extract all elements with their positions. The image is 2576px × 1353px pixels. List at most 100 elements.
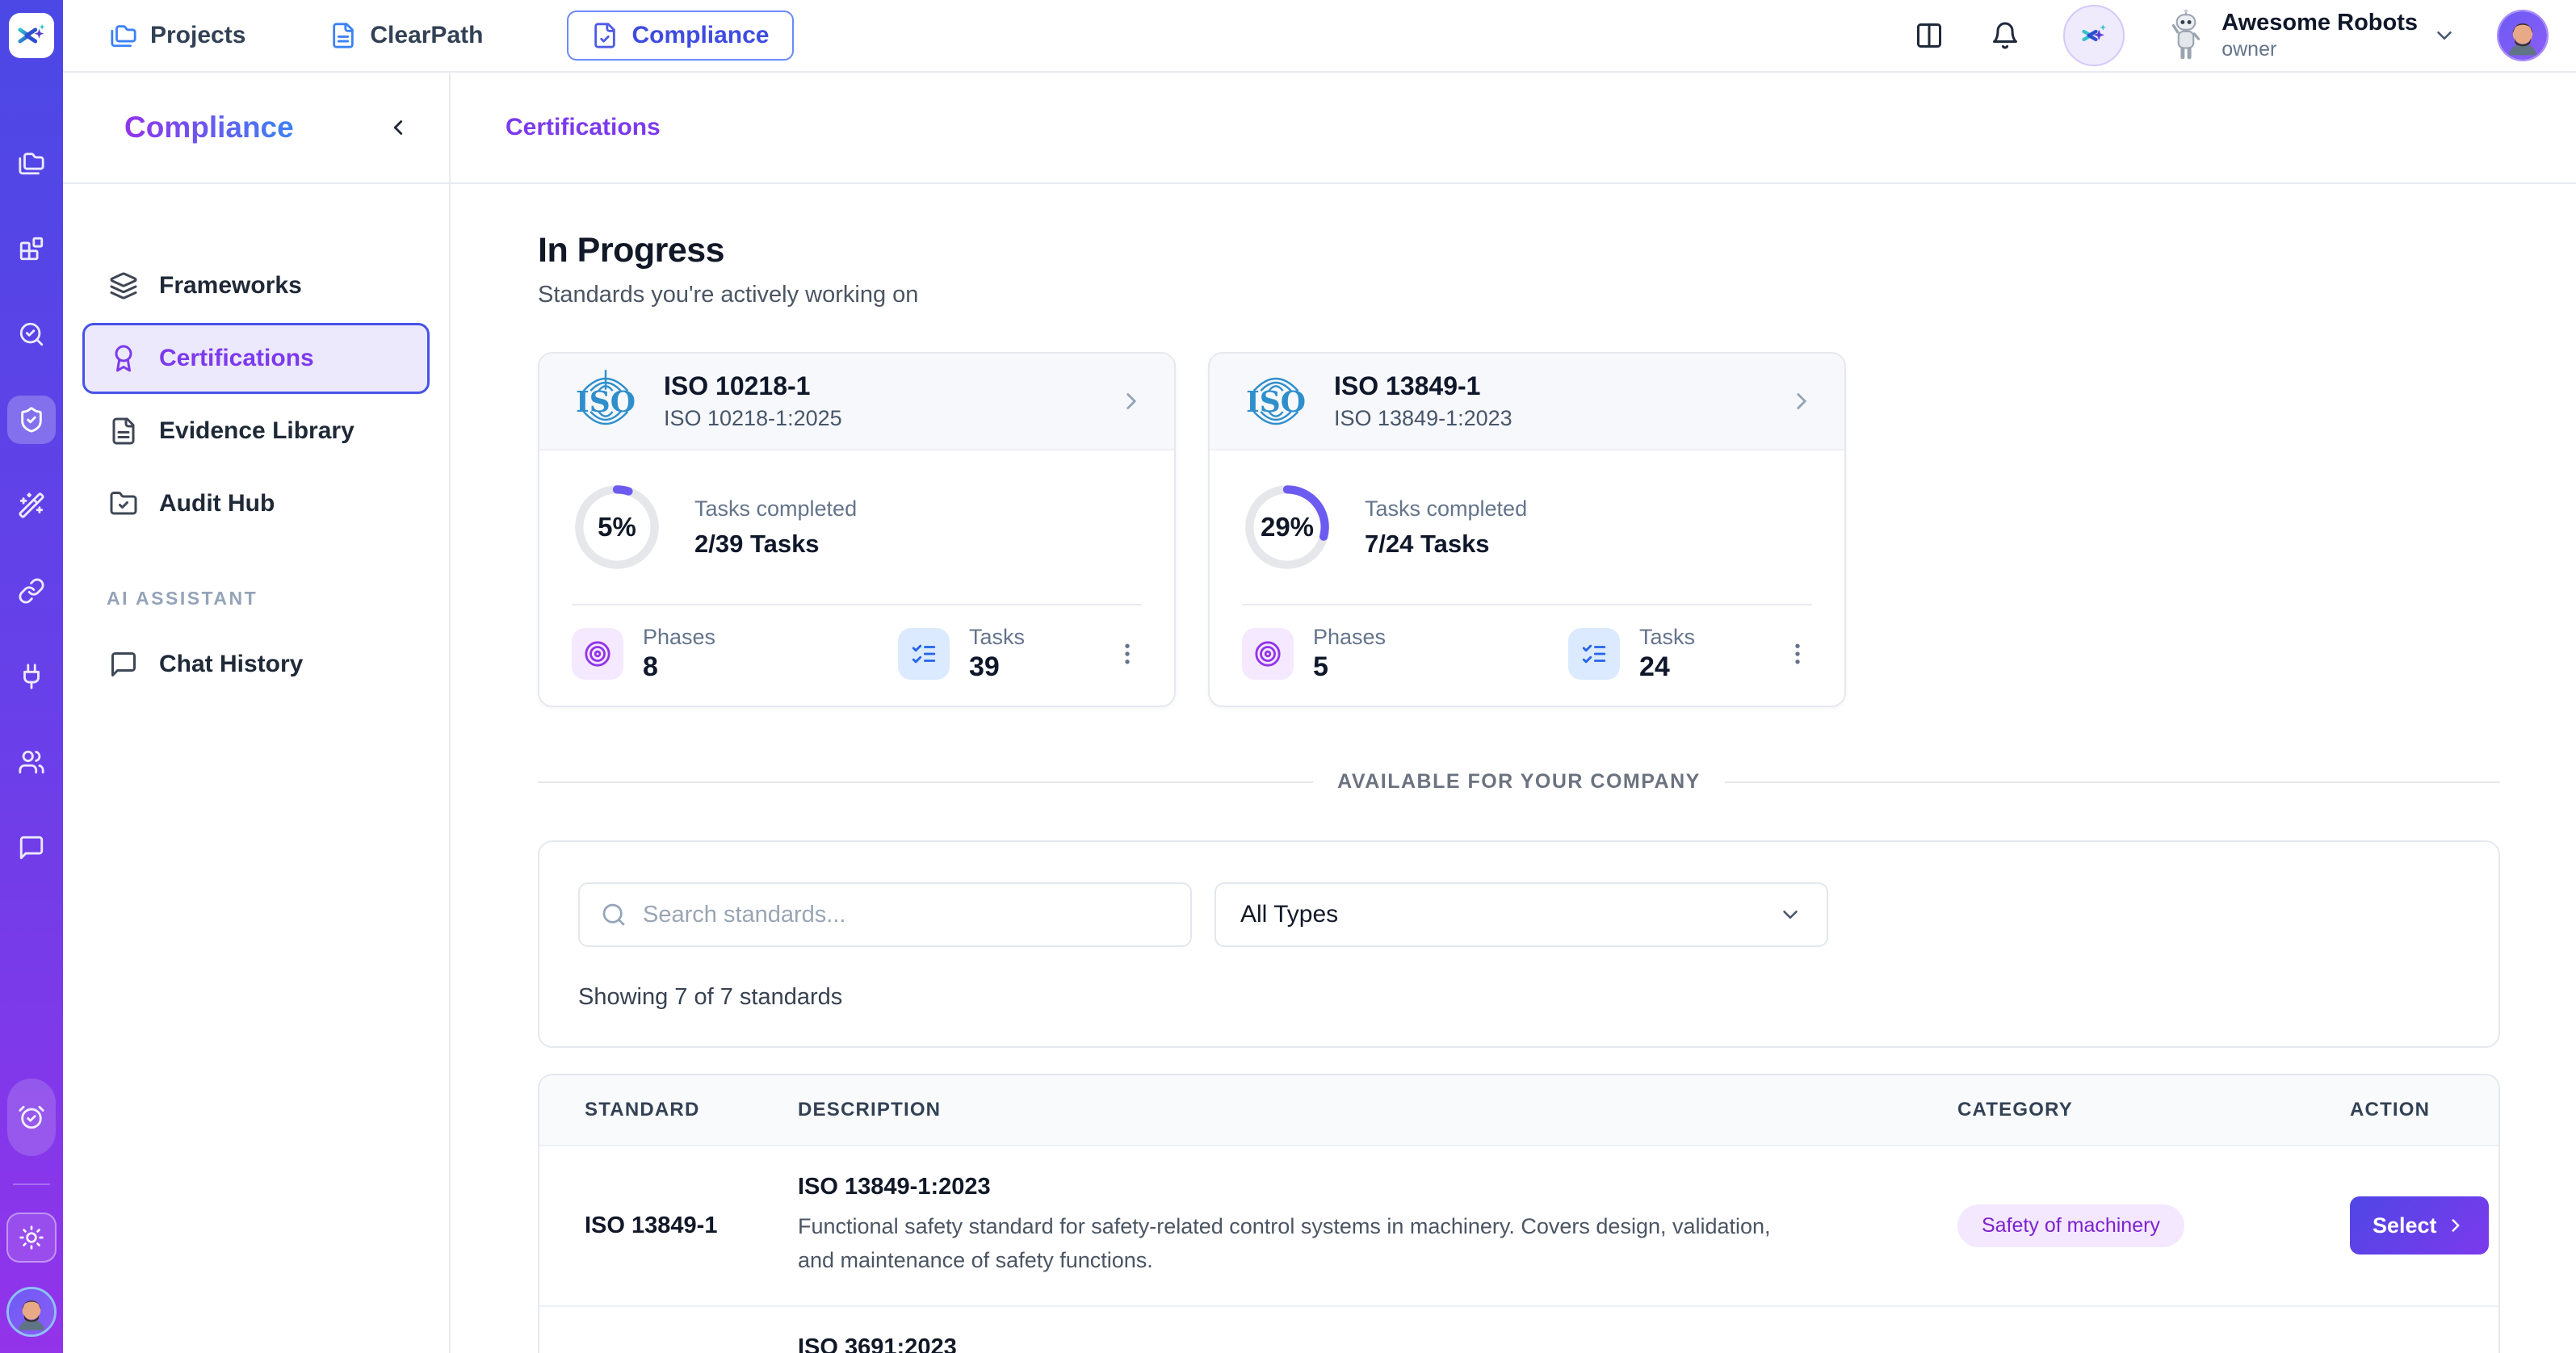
tab-label: Projects [150, 22, 245, 49]
phases-value: 5 [1313, 651, 1386, 683]
tasks-completed-value: 2/39 Tasks [694, 530, 857, 559]
select-button[interactable]: Select [2350, 1196, 2489, 1255]
standard-card-iso-10218-1: ISO ISO 10218-1 ISO 10218-1:2025 [538, 352, 1176, 707]
alarm-check-icon[interactable] [7, 1079, 56, 1156]
card-header[interactable]: ISO ISO 10218-1 ISO 10218-1:2025 [539, 354, 1174, 450]
folder-check-icon [109, 489, 138, 518]
tab-compliance[interactable]: Compliance [567, 10, 793, 61]
phases-value: 8 [643, 651, 715, 683]
checklist-icon [1568, 628, 1620, 680]
description-cell: ISO 13849-1:2023 Functional safety stand… [798, 1174, 1957, 1278]
search-input[interactable] [643, 902, 1169, 928]
tab-label: ClearPath [370, 22, 483, 49]
sidebar-header: Compliance [63, 73, 449, 184]
card-title: ISO 13849-1 [1334, 371, 1512, 401]
chevron-left-icon [386, 115, 410, 140]
select-button-label: Select [2373, 1213, 2437, 1238]
tab-clearpath[interactable]: ClearPath [329, 22, 483, 49]
type-filter-select[interactable]: All Types [1215, 882, 1828, 947]
theme-toggle-sun-icon[interactable] [6, 1213, 57, 1263]
rail-divider [13, 1183, 50, 1185]
rail-chat-icon[interactable] [7, 823, 56, 872]
rail-search-check-icon[interactable] [7, 310, 56, 358]
robot-avatar [2165, 9, 2207, 62]
rail-users-icon[interactable] [7, 738, 56, 786]
sidebar-item-chat-history[interactable]: Chat History [82, 629, 430, 700]
table-row: ISO 13849-1 ISO 13849-1:2023 Functional … [539, 1145, 2498, 1305]
rail-compliance-shield-icon[interactable] [7, 396, 56, 444]
tasks-value: 39 [969, 651, 1025, 683]
breadcrumb-bar: Certifications [451, 73, 2576, 184]
ai-assistant-button[interactable] [2063, 5, 2125, 66]
tasks-label: Tasks [1639, 625, 1695, 650]
sparkle-logo-icon [2078, 19, 2110, 52]
tasks-completed-value: 7/24 Tasks [1365, 530, 1527, 559]
icon-rail [0, 0, 63, 1353]
tasks-value: 24 [1639, 651, 1695, 683]
phases-stat: Phases 5 [1242, 625, 1568, 683]
chevron-right-icon[interactable] [1788, 387, 1815, 415]
chevron-right-icon[interactable] [1118, 387, 1145, 415]
notifications-button[interactable] [1987, 18, 2023, 53]
sidebar: Compliance Frameworks Certifications Evi… [63, 73, 451, 1353]
rail-wand-icon[interactable] [7, 481, 56, 530]
rail-nav [7, 58, 56, 872]
divider-line [1725, 781, 2500, 783]
column-standard: STANDARD [585, 1099, 798, 1121]
checklist-icon [898, 628, 950, 680]
sidebar-collapse-button[interactable] [386, 115, 410, 140]
chevron-down-icon [1778, 903, 1802, 927]
standard-title: ISO 3691:2023 [798, 1334, 1772, 1353]
card-title: ISO 10218-1 [664, 371, 842, 401]
iso-logo: ISO [1239, 364, 1313, 438]
app-logo[interactable] [9, 13, 54, 58]
tasks-label: Tasks [969, 625, 1025, 650]
page-scroll[interactable]: In Progress Standards you're actively wo… [451, 184, 2576, 1353]
rail-blocks-icon[interactable] [7, 224, 56, 273]
sidebar-item-certifications[interactable]: Certifications [82, 323, 430, 394]
account-name: Awesome Robots [2221, 10, 2418, 36]
user-avatar[interactable] [2497, 10, 2549, 61]
description-cell: ISO 3691:2023 Safety requirements and ve… [798, 1334, 1957, 1353]
rail-plug-icon[interactable] [7, 652, 56, 701]
target-icon [572, 628, 623, 680]
account-menu[interactable]: Awesome Robots owner [2165, 9, 2456, 62]
sidebar-item-audit-hub[interactable]: Audit Hub [82, 468, 430, 539]
main-content: Certifications In Progress Standards you… [451, 73, 2576, 1353]
rail-user-avatar[interactable] [6, 1287, 57, 1337]
sidebar-item-label: Frameworks [159, 272, 302, 300]
tab-projects[interactable]: Projects [110, 22, 245, 49]
sidebar-item-frameworks[interactable]: Frameworks [82, 250, 430, 321]
sidebar-item-label: Evidence Library [159, 417, 355, 445]
search-box [578, 882, 1192, 947]
file-text-icon [109, 417, 138, 446]
card-footer: Phases 5 Tasks 24 [1242, 604, 1812, 706]
standard-card-iso-13849-1: ISO ISO 13849-1 ISO 13849-1:2023 [1208, 352, 1846, 707]
card-version: ISO 10218-1:2025 [664, 406, 842, 431]
file-text-icon [329, 22, 357, 49]
bell-icon [1991, 21, 2020, 50]
card-menu-button[interactable] [1113, 639, 1142, 668]
sparkle-logo-icon [16, 20, 47, 51]
breadcrumb[interactable]: Certifications [506, 114, 661, 141]
progress-percent: 5% [572, 482, 662, 572]
panel-toggle-button[interactable] [1911, 18, 1947, 53]
target-icon [1242, 628, 1294, 680]
card-menu-button[interactable] [1783, 639, 1812, 668]
card-body: 5% Tasks completed 2/39 Tasks [539, 450, 1174, 604]
rail-projects-icon[interactable] [7, 139, 56, 187]
divider-label: AVAILABLE FOR YOUR COMPANY [1337, 770, 1701, 794]
sidebar-item-evidence-library[interactable]: Evidence Library [82, 396, 430, 467]
type-filter-value: All Types [1240, 901, 1338, 928]
page-title: In Progress [538, 231, 2500, 270]
card-header[interactable]: ISO ISO 13849-1 ISO 13849-1:2023 [1210, 354, 1844, 450]
standards-table: STANDARD DESCRIPTION CATEGORY ACTION ISO… [538, 1074, 2500, 1353]
available-divider: AVAILABLE FOR YOUR COMPANY [538, 770, 2500, 794]
topbar: Projects ClearPath Compliance [63, 0, 2576, 73]
card-titles: ISO 13849-1 ISO 13849-1:2023 [1334, 371, 1512, 431]
rail-link-icon[interactable] [7, 567, 56, 615]
chevron-right-icon [2445, 1215, 2466, 1236]
phases-label: Phases [643, 625, 715, 650]
kebab-icon [1113, 639, 1142, 668]
column-action: ACTION [2350, 1099, 2463, 1121]
